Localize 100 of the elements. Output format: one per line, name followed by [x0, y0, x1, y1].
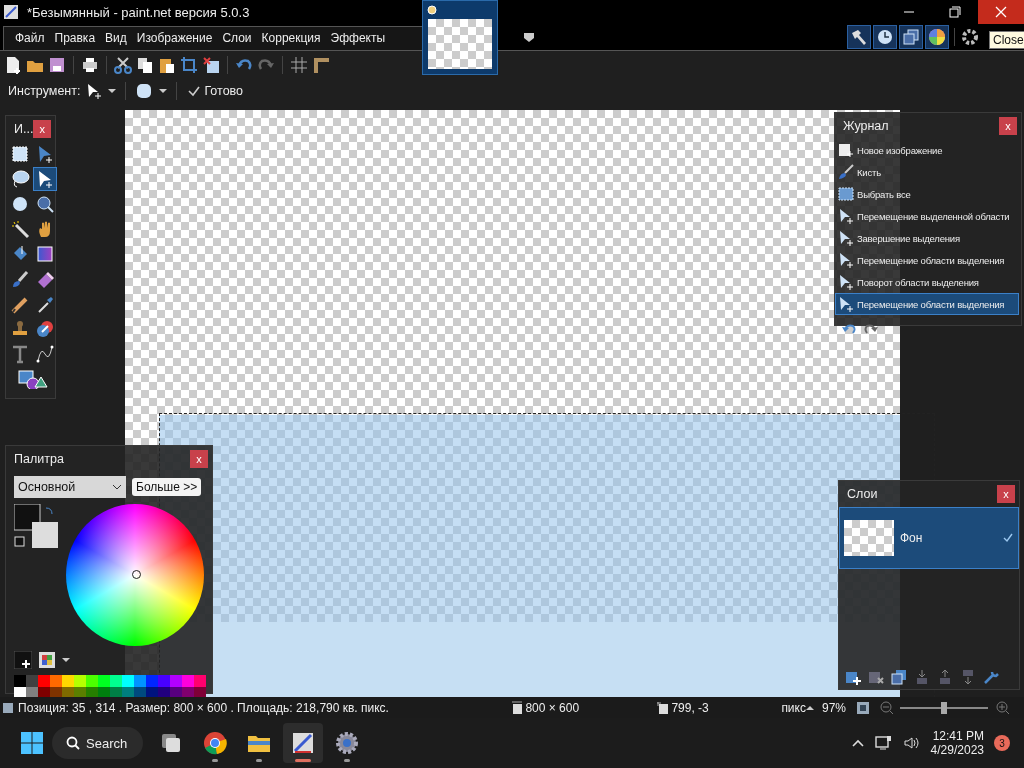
color-swatch[interactable]: [98, 675, 110, 687]
history-item[interactable]: Выбрать все: [835, 183, 1019, 205]
color-swatch[interactable]: [50, 675, 62, 687]
grid-icon[interactable]: [290, 55, 308, 74]
visibility-checkbox[interactable]: [1002, 532, 1014, 544]
ruler-icon[interactable]: [312, 55, 330, 74]
color-swatch[interactable]: [26, 687, 38, 697]
add-color-icon[interactable]: [14, 651, 32, 669]
chevron-down-icon[interactable]: [523, 31, 535, 43]
tool-button[interactable]: [33, 167, 57, 191]
printer-icon[interactable]: [81, 55, 99, 74]
history-item[interactable]: Перемещение области выделения: [835, 293, 1019, 315]
network-icon[interactable]: [874, 735, 893, 751]
layer-item[interactable]: Фон: [839, 507, 1019, 569]
caret-icon[interactable]: [108, 87, 117, 95]
clock[interactable]: 12:41 PM 4/29/2023: [930, 729, 984, 757]
color-swatch[interactable]: [98, 687, 110, 697]
color-swatch[interactable]: [182, 675, 194, 687]
color-swatch[interactable]: [122, 675, 134, 687]
delete-layer-icon[interactable]: [868, 669, 884, 685]
color-swatch[interactable]: [14, 687, 26, 697]
close-button[interactable]: x: [997, 485, 1015, 503]
menu-item[interactable]: Вид: [100, 27, 132, 50]
history-item[interactable]: Поворот области выделения: [835, 271, 1019, 293]
close-button[interactable]: x: [999, 117, 1017, 135]
color-swatch[interactable]: [158, 687, 170, 697]
deselect-icon[interactable]: [202, 55, 220, 74]
done-button[interactable]: Готово: [186, 84, 246, 98]
caret-icon[interactable]: [159, 87, 168, 95]
copy-icon[interactable]: [136, 55, 154, 74]
zoom-slider[interactable]: [900, 701, 988, 714]
move-down-icon[interactable]: [960, 669, 976, 685]
color-swatch[interactable]: [62, 687, 74, 697]
history-item[interactable]: Новое изображение: [835, 139, 1019, 161]
color-swatch[interactable]: [134, 687, 146, 697]
zoom-out-icon[interactable]: [880, 700, 894, 715]
color-swatch[interactable]: [110, 687, 122, 697]
color-swatch[interactable]: [146, 687, 158, 697]
color-swatch[interactable]: [38, 675, 50, 687]
color-swatch[interactable]: [182, 687, 194, 697]
scissors-icon[interactable]: [114, 55, 132, 74]
move-pointer-icon[interactable]: [86, 83, 103, 99]
move-up-icon[interactable]: [937, 669, 953, 685]
color-swatch[interactable]: [50, 687, 62, 697]
add-layer-icon[interactable]: [845, 669, 861, 685]
history-item[interactable]: Перемещение выделенной области: [835, 205, 1019, 227]
zoom-level[interactable]: 97%: [821, 700, 846, 715]
color-swatch[interactable]: [86, 675, 98, 687]
notification-badge[interactable]: 3: [994, 735, 1010, 751]
menu-item[interactable]: Изображение: [131, 27, 218, 50]
color-swatch[interactable]: [134, 675, 146, 687]
primary-secondary-color-drawing[interactable]: [14, 504, 58, 548]
menu-item[interactable]: Слои: [217, 27, 257, 50]
color-swatch[interactable]: [158, 675, 170, 687]
history-item[interactable]: Перемещение области выделения: [835, 249, 1019, 271]
color-swatch[interactable]: [26, 675, 38, 687]
crop-icon[interactable]: [180, 55, 198, 74]
settings-icon[interactable]: [960, 27, 980, 47]
caret-icon[interactable]: [62, 656, 70, 664]
caret-up-icon[interactable]: [805, 703, 814, 712]
color-swatch[interactable]: [194, 675, 206, 687]
windows-logo-icon[interactable]: [20, 731, 44, 755]
color-swatch[interactable]: [86, 687, 98, 697]
duplicate-layer-icon[interactable]: [891, 669, 907, 685]
more-button[interactable]: Больше >>: [132, 478, 202, 496]
color-swatch[interactable]: [38, 687, 50, 697]
merge-layer-icon[interactable]: [914, 669, 930, 685]
color-swatch[interactable]: [62, 675, 74, 687]
close-button[interactable]: x: [190, 450, 208, 468]
panel-toggle-button[interactable]: [847, 25, 871, 49]
menu-item[interactable]: Файл: [10, 27, 50, 50]
image-tab[interactable]: [422, 0, 498, 75]
panel-toggle-button[interactable]: [925, 25, 949, 49]
zoom-fit-icon[interactable]: [856, 700, 870, 715]
speaker-icon[interactable]: [902, 735, 921, 751]
color-swatch[interactable]: [122, 687, 134, 697]
color-swatch[interactable]: [110, 675, 122, 687]
color-swatch[interactable]: [74, 687, 86, 697]
menu-item[interactable]: Эффекты: [325, 27, 391, 50]
menu-item[interactable]: Коррекция: [256, 27, 326, 50]
color-swatch[interactable]: [194, 687, 206, 697]
search-button[interactable]: Search: [52, 727, 144, 759]
color-swatch[interactable]: [170, 675, 182, 687]
new-file-icon[interactable]: [4, 55, 22, 74]
history-item[interactable]: Кисть: [835, 161, 1019, 183]
palette-mode-dropdown[interactable]: Основной: [14, 476, 126, 498]
selection-mode-icon[interactable]: [135, 82, 154, 100]
close-button[interactable]: x: [33, 120, 51, 138]
color-swatch[interactable]: [146, 675, 158, 687]
taskbar-app[interactable]: [283, 723, 324, 763]
color-swatch[interactable]: [74, 675, 86, 687]
wrench-icon[interactable]: [983, 669, 999, 685]
panel-toggle-button[interactable]: [899, 25, 923, 49]
menu-item[interactable]: Правка: [49, 27, 101, 50]
zoom-in-icon[interactable]: [996, 700, 1010, 715]
history-item[interactable]: Завершение выделения: [835, 227, 1019, 249]
units-label[interactable]: пикс: [781, 700, 806, 715]
palette-icon[interactable]: [38, 651, 56, 669]
color-swatch[interactable]: [170, 687, 182, 697]
color-swatch[interactable]: [14, 675, 26, 687]
